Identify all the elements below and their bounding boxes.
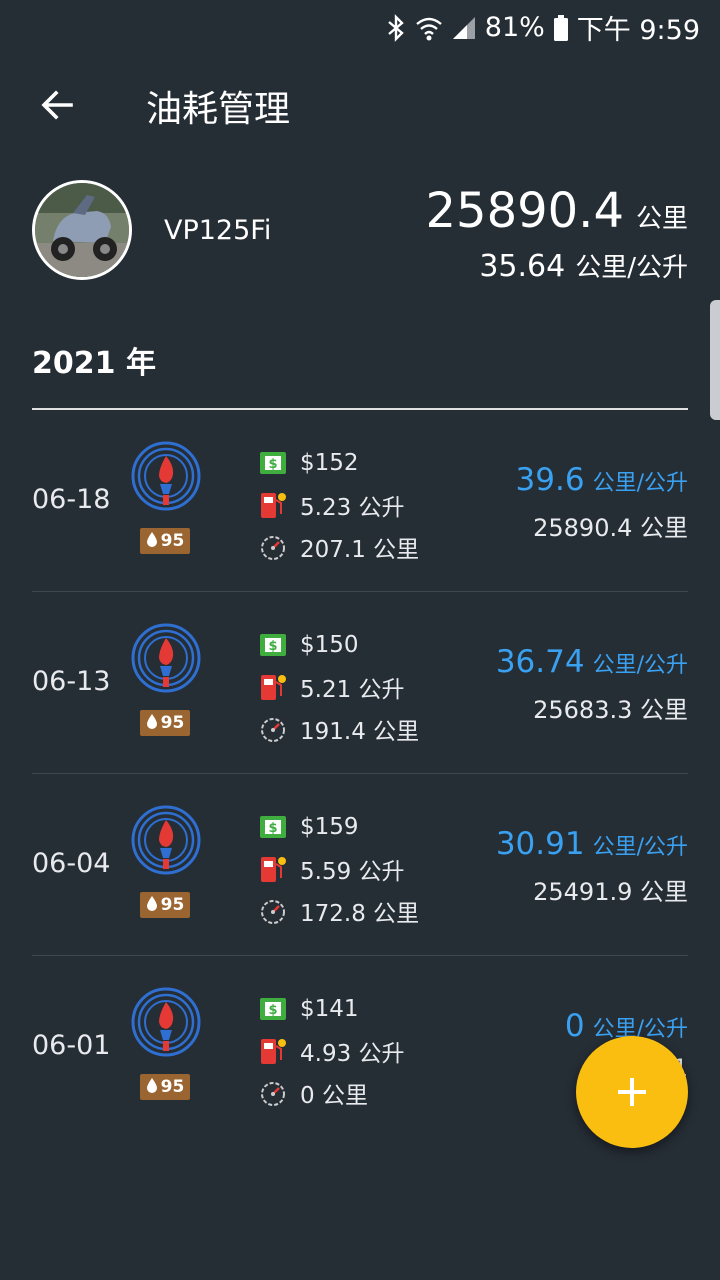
- fuel-record[interactable]: 06-18 95 $ $152 5.23 公升 207.1 公里 39.6 公里…: [0, 410, 720, 592]
- record-details: $ $141 4.93 公升 0 公里: [258, 988, 405, 1114]
- signal-icon: [451, 15, 477, 41]
- record-distance: 172.8 公里: [300, 901, 420, 927]
- wifi-icon: [415, 14, 443, 42]
- record-liters: 5.59 公升: [300, 859, 405, 885]
- cpc-logo-icon: [130, 986, 202, 1058]
- average-efficiency-unit: 公里/公升: [575, 253, 688, 283]
- app-bar: 油耗管理: [0, 60, 720, 150]
- cpc-logo-icon: [130, 804, 202, 876]
- cpc-logo-icon: [130, 622, 202, 694]
- svg-text:$: $: [268, 639, 277, 654]
- record-efficiency-unit: 公里/公升: [592, 835, 688, 860]
- record-efficiency: 36.74 公里/公升: [496, 644, 688, 680]
- battery-percent: 81%: [484, 12, 545, 43]
- scooter-photo: [35, 183, 129, 277]
- record-price: $152: [300, 450, 359, 476]
- record-details: $ $150 5.21 公升 191.4 公里: [258, 624, 419, 750]
- speedometer-icon: [258, 532, 288, 562]
- speedometer-icon: [258, 1078, 288, 1108]
- record-efficiency-value: 39.6: [515, 462, 585, 498]
- drop-icon: [146, 531, 158, 552]
- total-odometer-unit: 公里: [635, 204, 688, 234]
- record-distance: 207.1 公里: [300, 537, 420, 563]
- record-efficiency: 39.6 公里/公升: [516, 462, 688, 498]
- money-icon: $: [258, 448, 288, 478]
- average-efficiency-value: 35.64: [479, 249, 566, 284]
- record-details: $ $152 5.23 公升 207.1 公里: [258, 442, 419, 568]
- total-odometer: 25890.4 公里: [425, 183, 688, 239]
- record-odometer: 25890.4 公里: [533, 514, 688, 542]
- fuel-grade: 95: [160, 713, 185, 733]
- record-efficiency-value: 0: [564, 1008, 585, 1044]
- fuel-grade: 95: [160, 531, 185, 551]
- total-odometer-value: 25890.4: [425, 183, 624, 239]
- fuel-grade-badge: 95: [140, 528, 190, 554]
- svg-text:$: $: [268, 1003, 277, 1018]
- record-efficiency-value: 30.91: [495, 826, 585, 862]
- bluetooth-icon: [385, 13, 407, 42]
- record-details: $ $159 5.59 公升 172.8 公里: [258, 806, 419, 932]
- scroll-handle[interactable]: [710, 300, 720, 420]
- drop-icon: [146, 1077, 158, 1098]
- record-liters: 4.93 公升: [300, 1041, 405, 1067]
- record-liters: 5.23 公升: [300, 495, 405, 521]
- record-date: 06-18: [32, 484, 111, 515]
- record-date: 06-04: [32, 848, 111, 879]
- vehicle-summary: VP125Fi 25890.4 公里 35.64 公里/公升: [0, 175, 720, 295]
- record-liters: 5.21 公升: [300, 677, 405, 703]
- status-bar: 81% 下午 9:59: [0, 0, 720, 50]
- record-distance: 0 公里: [300, 1083, 368, 1109]
- average-efficiency: 35.64 公里/公升: [479, 247, 688, 284]
- record-efficiency: 30.91 公里/公升: [496, 826, 688, 862]
- plus-icon: [618, 1078, 646, 1106]
- fuel-grade-badge: 95: [140, 1074, 190, 1100]
- record-efficiency-unit: 公里/公升: [592, 653, 688, 678]
- vehicle-avatar[interactable]: [32, 180, 132, 280]
- fuel-grade: 95: [160, 1077, 185, 1097]
- record-odometer: 25491.9 公里: [533, 878, 688, 906]
- record-date: 06-01: [32, 1030, 111, 1061]
- year-header: 2021 年: [32, 346, 156, 381]
- drop-icon: [146, 713, 158, 734]
- record-date: 06-13: [32, 666, 111, 697]
- fuel-grade-badge: 95: [140, 892, 190, 918]
- money-icon: $: [258, 630, 288, 660]
- fuel-grade-badge: 95: [140, 710, 190, 736]
- svg-text:$: $: [268, 457, 277, 472]
- arrow-back-icon: [41, 90, 73, 120]
- back-button[interactable]: [30, 78, 84, 132]
- battery-icon: [553, 14, 569, 42]
- record-odometer: 25683.3 公里: [533, 696, 688, 724]
- record-efficiency-unit: 公里/公升: [592, 471, 688, 496]
- speedometer-icon: [258, 714, 288, 744]
- money-icon: $: [258, 994, 288, 1024]
- fuel-record[interactable]: 06-13 95 $ $150 5.21 公升 191.4 公里 36.74 公…: [0, 592, 720, 774]
- svg-text:$: $: [268, 821, 277, 836]
- fuel-pump-icon: [258, 490, 288, 520]
- record-price: $150: [300, 632, 359, 658]
- money-icon: $: [258, 812, 288, 842]
- record-efficiency-value: 36.74: [495, 644, 585, 680]
- fuel-record[interactable]: 06-04 95 $ $159 5.59 公升 172.8 公里 30.91 公…: [0, 774, 720, 956]
- record-price: $159: [300, 814, 359, 840]
- fuel-pump-icon: [258, 1036, 288, 1066]
- vehicle-name: VP125Fi: [164, 215, 272, 246]
- fuel-pump-icon: [258, 854, 288, 884]
- fuel-pump-icon: [258, 672, 288, 702]
- clock: 下午 9:59: [576, 15, 700, 46]
- drop-icon: [146, 895, 158, 916]
- add-record-button[interactable]: [576, 1036, 688, 1148]
- fuel-record-list: 06-18 95 $ $152 5.23 公升 207.1 公里 39.6 公里…: [0, 410, 720, 1138]
- record-price: $141: [300, 996, 359, 1022]
- speedometer-icon: [258, 896, 288, 926]
- status-icons: 81% 下午 9:59: [385, 8, 700, 47]
- cpc-logo-icon: [130, 440, 202, 512]
- record-distance: 191.4 公里: [300, 719, 420, 745]
- page-title: 油耗管理: [146, 89, 291, 130]
- fuel-grade: 95: [160, 895, 185, 915]
